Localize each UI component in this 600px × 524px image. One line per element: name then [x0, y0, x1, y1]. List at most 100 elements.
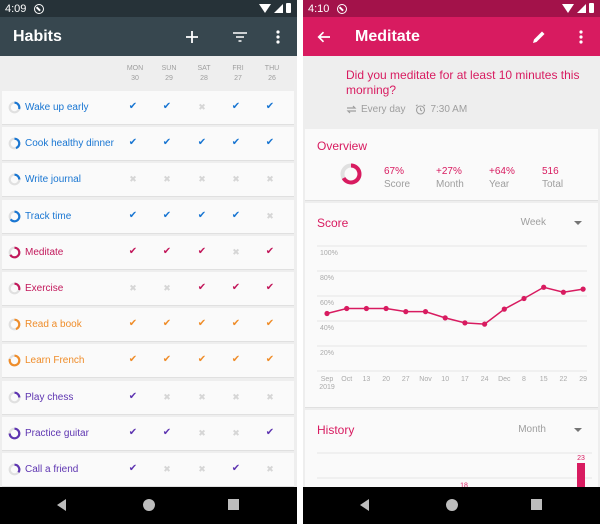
check-icon[interactable]: ✔ [263, 318, 277, 329]
alarm-icon [416, 104, 426, 115]
cross-icon[interactable]: ✖ [126, 283, 140, 294]
x-tick-label: Dec [498, 376, 511, 383]
check-icon[interactable]: ✔ [195, 354, 209, 365]
check-icon[interactable]: ✔ [160, 210, 174, 221]
day-date: 29 [165, 75, 173, 82]
status-time: 4:10 [308, 2, 330, 15]
check-icon[interactable]: ✔ [160, 318, 174, 329]
habit-row[interactable]: Wake up early ✔ ✔ ✖ ✔ ✔ [2, 91, 294, 125]
check-icon[interactable]: ✔ [126, 246, 140, 257]
score-point [324, 310, 330, 317]
nav-back-button[interactable] [360, 499, 369, 511]
cross-icon[interactable]: ✖ [263, 211, 277, 222]
habit-row[interactable]: Learn French ✔ ✔ ✔ ✔ ✔ [2, 344, 294, 379]
cross-icon[interactable]: ✖ [195, 174, 209, 185]
more-options-button[interactable] [267, 26, 289, 48]
cross-icon[interactable]: ✖ [229, 247, 243, 258]
nav-home-button[interactable] [446, 499, 458, 511]
check-icon[interactable]: ✔ [126, 391, 140, 402]
habit-score-ring-icon [8, 173, 21, 186]
check-icon[interactable]: ✔ [229, 210, 243, 221]
check-icon[interactable]: ✔ [126, 318, 140, 329]
nav-back-button[interactable] [57, 499, 66, 511]
score-point [541, 284, 547, 290]
more-options-button[interactable] [570, 26, 592, 48]
reminder-time: 7:30 AM [430, 104, 468, 115]
check-icon[interactable]: ✔ [229, 463, 243, 474]
habit-row[interactable]: Track time ✔ ✔ ✔ ✔ ✖ [2, 199, 294, 234]
back-button[interactable] [313, 26, 335, 48]
check-icon[interactable]: ✔ [229, 354, 243, 365]
check-icon[interactable]: ✔ [229, 137, 243, 148]
check-icon[interactable]: ✔ [195, 246, 209, 257]
cross-icon[interactable]: ✖ [126, 174, 140, 185]
check-icon[interactable]: ✔ [126, 463, 140, 474]
check-icon[interactable]: ✔ [160, 354, 174, 365]
check-icon[interactable]: ✔ [263, 282, 277, 293]
check-icon[interactable]: ✔ [195, 318, 209, 329]
add-habit-button[interactable] [181, 26, 203, 48]
stat-value: 516 [542, 166, 559, 177]
habit-row[interactable]: Practice guitar ✔ ✔ ✖ ✖ ✔ [2, 416, 294, 451]
app-bar: Habits [0, 17, 297, 56]
cross-icon[interactable]: ✖ [263, 392, 277, 403]
nav-home-button[interactable] [143, 499, 155, 511]
cross-icon[interactable]: ✖ [160, 283, 174, 294]
cross-icon[interactable]: ✖ [229, 428, 243, 439]
habit-score-ring-icon [8, 282, 21, 295]
habit-row[interactable]: Exercise ✖ ✖ ✔ ✔ ✔ [2, 272, 294, 306]
habit-row[interactable]: Meditate ✔ ✔ ✔ ✖ ✔ [2, 235, 294, 270]
check-icon[interactable]: ✔ [160, 101, 174, 112]
habit-name: Write journal [25, 174, 81, 186]
cross-icon[interactable]: ✖ [263, 174, 277, 185]
cross-icon[interactable]: ✖ [160, 464, 174, 475]
habit-row[interactable]: Play chess ✔ ✖ ✖ ✖ ✖ [2, 380, 294, 415]
check-icon[interactable]: ✔ [126, 210, 140, 221]
day-column-header: THU 26 [257, 64, 287, 84]
check-icon[interactable]: ✔ [160, 427, 174, 438]
score-point [501, 306, 507, 312]
check-icon[interactable]: ✔ [195, 210, 209, 221]
day-of-week: SAT [197, 65, 211, 72]
check-icon[interactable]: ✔ [160, 137, 174, 148]
navigation-bar [0, 487, 297, 524]
check-icon[interactable]: ✔ [195, 137, 209, 148]
habit-row[interactable]: Cook healthy dinner ✔ ✔ ✔ ✔ ✔ [2, 127, 294, 162]
cross-icon[interactable]: ✖ [195, 464, 209, 475]
cross-icon[interactable]: ✖ [160, 174, 174, 185]
day-of-week: SUN [161, 65, 177, 72]
habit-schedule: Every day 7:30 AM [346, 104, 467, 115]
check-icon[interactable]: ✔ [160, 246, 174, 257]
nav-recents-button[interactable] [228, 499, 239, 510]
cross-icon[interactable]: ✖ [195, 392, 209, 403]
cross-icon[interactable]: ✖ [229, 392, 243, 403]
check-icon[interactable]: ✔ [126, 101, 140, 112]
check-icon[interactable]: ✔ [126, 354, 140, 365]
check-icon[interactable]: ✔ [263, 246, 277, 257]
nav-recents-button[interactable] [531, 499, 542, 510]
score-point [422, 309, 429, 315]
habit-score-ring-icon [8, 391, 21, 403]
check-icon[interactable]: ✔ [229, 101, 243, 112]
wifi-icon [259, 3, 271, 13]
check-icon[interactable]: ✔ [263, 101, 277, 112]
check-icon[interactable]: ✔ [229, 282, 243, 293]
habit-row[interactable]: Call a friend ✔ ✖ ✖ ✔ ✖ [2, 453, 294, 487]
check-icon[interactable]: ✔ [263, 427, 277, 438]
check-icon[interactable]: ✔ [126, 137, 140, 148]
cross-icon[interactable]: ✖ [195, 428, 209, 439]
check-icon[interactable]: ✔ [263, 137, 277, 148]
check-icon[interactable]: ✔ [126, 427, 140, 438]
cross-icon[interactable]: ✖ [263, 464, 277, 475]
habit-score-ring-icon [8, 463, 21, 476]
edit-button[interactable] [528, 26, 550, 48]
cross-icon[interactable]: ✖ [160, 392, 174, 403]
cross-icon[interactable]: ✖ [229, 174, 243, 185]
cross-icon[interactable]: ✖ [195, 102, 209, 113]
filter-button[interactable] [229, 26, 251, 48]
check-icon[interactable]: ✔ [263, 354, 277, 365]
habit-row[interactable]: Read a book ✔ ✔ ✔ ✔ ✔ [2, 308, 294, 343]
check-icon[interactable]: ✔ [229, 318, 243, 329]
habit-row[interactable]: Write journal ✖ ✖ ✖ ✖ ✖ [2, 163, 294, 198]
check-icon[interactable]: ✔ [195, 282, 209, 293]
